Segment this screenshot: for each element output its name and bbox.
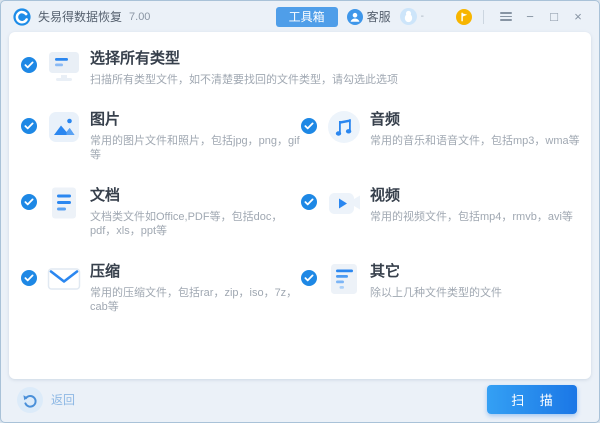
category-title[interactable]: 图片 — [90, 110, 301, 130]
category-title[interactable]: 视频 — [370, 186, 573, 206]
category-grid: 图片 常用的图片文件和照片，包括jpg，png，gif等 — [9, 109, 591, 314]
customer-service-label: 客服 — [367, 8, 391, 25]
category-desc: 常用的图片文件和照片，包括jpg，png，gif等 — [90, 134, 301, 162]
category-title[interactable]: 音频 — [370, 110, 580, 130]
maximize-button[interactable]: □ — [543, 7, 565, 27]
select-all-row[interactable]: 选择所有类型 扫描所有类型文件，如不清楚要找回的文件类型，请勾选此选项 — [9, 46, 591, 87]
other-types-icon — [326, 261, 362, 297]
check-circle-icon[interactable] — [301, 194, 317, 210]
category-desc: 常用的视频文件，包括mp4，rmvb，avi等 — [370, 210, 573, 224]
upgrade-flag-icon[interactable] — [456, 9, 472, 25]
back-label: 返回 — [51, 391, 75, 408]
customer-service-button[interactable]: 客服 — [347, 8, 391, 25]
check-circle-icon[interactable] — [21, 57, 37, 73]
back-button[interactable]: 返回 — [17, 387, 75, 413]
category-row-other[interactable]: 其它 除以上几种文件类型的文件 — [301, 261, 583, 314]
category-desc: 除以上几种文件类型的文件 — [370, 286, 502, 300]
qq-penguin-icon — [400, 8, 417, 25]
select-all-title[interactable]: 选择所有类型 — [90, 49, 398, 69]
image-icon — [46, 109, 82, 145]
check-circle-icon[interactable] — [301, 270, 317, 286]
audio-icon — [326, 109, 362, 145]
category-row-audio[interactable]: 音频 常用的音乐和语音文件，包括mp3，wma等 — [301, 109, 583, 162]
select-all-desc: 扫描所有类型文件，如不清楚要找回的文件类型，请勾选此选项 — [90, 73, 398, 87]
archive-icon — [46, 261, 82, 297]
back-arrow-icon — [17, 387, 43, 413]
category-row-document[interactable]: 文档 文档类文件如Office,PDF等，包括doc，pdf，xls，ppt等 — [21, 185, 301, 238]
window-controls: − □ × — [495, 7, 589, 27]
video-icon — [326, 185, 362, 221]
check-circle-icon[interactable] — [21, 270, 37, 286]
category-row-image[interactable]: 图片 常用的图片文件和照片，包括jpg，png，gif等 — [21, 109, 301, 162]
menu-icon[interactable] — [495, 7, 517, 27]
app-logo-icon — [13, 8, 31, 26]
titlebar-divider — [483, 10, 484, 24]
document-icon — [46, 185, 82, 221]
all-types-monitor-icon — [46, 48, 82, 84]
minimize-button[interactable]: − — [519, 7, 541, 27]
check-circle-icon[interactable] — [21, 194, 37, 210]
app-window: 失易得数据恢复 7.00 工具箱 客服 - — [0, 0, 600, 423]
toolbox-button[interactable]: 工具箱 — [276, 7, 338, 27]
category-desc: 常用的压缩文件，包括rar，zip，iso，7z，cab等 — [90, 286, 301, 314]
footer-bar: 返回 扫 描 — [1, 377, 599, 422]
close-button[interactable]: × — [567, 7, 589, 27]
qq-contact-button[interactable]: - — [400, 8, 424, 25]
person-icon — [347, 9, 363, 25]
qq-dash-label: - — [421, 11, 424, 22]
category-row-video[interactable]: 视频 常用的视频文件，包括mp4，rmvb，avi等 — [301, 185, 583, 238]
scan-button[interactable]: 扫 描 — [487, 385, 577, 414]
titlebar: 失易得数据恢复 7.00 工具箱 客服 - — [1, 1, 599, 32]
check-circle-icon[interactable] — [21, 118, 37, 134]
titlebar-right: 工具箱 客服 - — [276, 7, 589, 27]
app-version: 7.00 — [129, 11, 150, 23]
category-title[interactable]: 其它 — [370, 262, 502, 282]
titlebar-left: 失易得数据恢复 7.00 — [13, 8, 150, 26]
category-desc: 常用的音乐和语音文件，包括mp3，wma等 — [370, 134, 580, 148]
category-title[interactable]: 文档 — [90, 186, 301, 206]
select-all-text: 选择所有类型 扫描所有类型文件，如不清楚要找回的文件类型，请勾选此选项 — [90, 48, 398, 87]
app-title: 失易得数据恢复 — [38, 8, 122, 25]
category-title[interactable]: 压缩 — [90, 262, 301, 282]
check-circle-icon[interactable] — [301, 118, 317, 134]
file-type-panel: 选择所有类型 扫描所有类型文件，如不清楚要找回的文件类型，请勾选此选项 图片 — [9, 32, 591, 379]
category-row-archive[interactable]: 压缩 常用的压缩文件，包括rar，zip，iso，7z，cab等 — [21, 261, 301, 314]
category-desc: 文档类文件如Office,PDF等，包括doc，pdf，xls，ppt等 — [90, 210, 301, 238]
